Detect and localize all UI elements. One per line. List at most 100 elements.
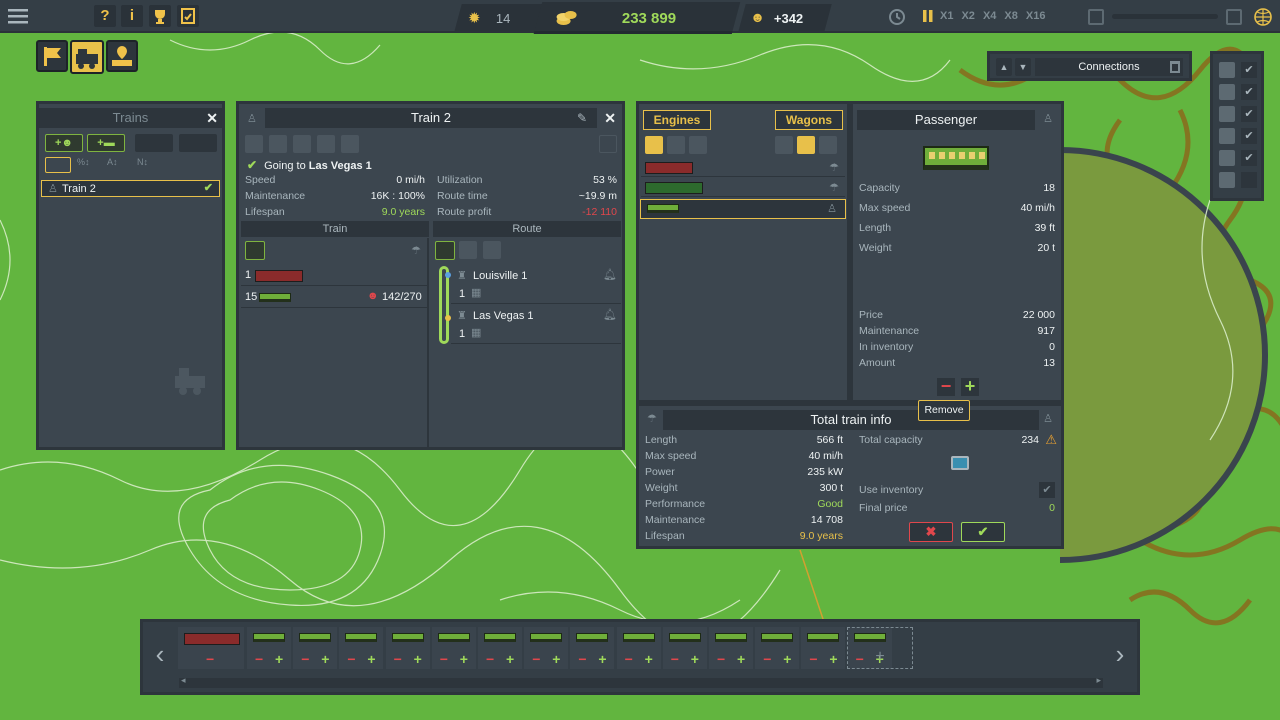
remove-icon[interactable]: − bbox=[671, 651, 679, 667]
chevron-up-icon[interactable]: ▲ bbox=[996, 58, 1012, 76]
consist-slot-wagon[interactable]: − + bbox=[570, 627, 615, 669]
search-map-icon[interactable] bbox=[1088, 9, 1104, 25]
use-inventory-checkbox[interactable]: ✔ bbox=[1039, 482, 1055, 498]
settings-icon[interactable] bbox=[341, 135, 359, 153]
speed-option[interactable]: X4 bbox=[983, 10, 996, 22]
remove-icon[interactable]: − bbox=[440, 651, 448, 667]
depot-icon[interactable] bbox=[317, 135, 335, 153]
people-filter-icon[interactable] bbox=[1219, 128, 1235, 144]
delete-train-icon[interactable] bbox=[599, 135, 617, 153]
sort-utilization-button[interactable]: %↕ bbox=[77, 157, 103, 173]
sort-status-button[interactable] bbox=[45, 157, 71, 173]
shop-filter-landscape[interactable] bbox=[775, 136, 793, 154]
close-icon[interactable]: ✕ bbox=[604, 110, 616, 127]
remove-icon[interactable]: − bbox=[809, 651, 817, 667]
remove-icon[interactable]: − bbox=[625, 651, 633, 667]
tasks-icon[interactable] bbox=[177, 5, 199, 27]
zoom-slider[interactable] bbox=[1112, 14, 1218, 19]
consist-slot-wagon[interactable]: − + bbox=[524, 627, 569, 669]
filter-checkbox[interactable]: ✔ bbox=[1241, 62, 1257, 78]
add-icon[interactable]: + bbox=[414, 651, 422, 667]
scroll-right-arrow[interactable]: › bbox=[1109, 638, 1131, 670]
filter-passenger-icon[interactable] bbox=[135, 134, 173, 152]
add-icon[interactable]: + bbox=[691, 651, 699, 667]
train-list-item[interactable]: ♙ Train 2 ✔ bbox=[41, 180, 220, 197]
add-train-button[interactable]: +☻ bbox=[45, 134, 83, 152]
consist-slot-wagon[interactable]: − + bbox=[478, 627, 522, 669]
remove-icon[interactable]: − bbox=[394, 651, 402, 667]
edit-consist-button[interactable] bbox=[245, 241, 265, 260]
add-icon[interactable]: + bbox=[645, 651, 653, 667]
scroll-left-arrow[interactable]: ‹ bbox=[149, 638, 171, 670]
filter-checkbox[interactable]: ✔ bbox=[1241, 128, 1257, 144]
consist-slot-locomotive[interactable]: − bbox=[178, 627, 244, 669]
remove-wagon-button[interactable]: − bbox=[937, 377, 955, 396]
location-filter-icon[interactable] bbox=[1219, 172, 1235, 188]
edit-icon[interactable]: ✎ bbox=[577, 111, 587, 125]
filter-checkbox[interactable]: ✔ bbox=[1241, 150, 1257, 166]
add-cargo-train-button[interactable]: +▬ bbox=[87, 134, 125, 152]
trash-icon[interactable] bbox=[1170, 61, 1180, 73]
speed-option[interactable]: X2 bbox=[961, 10, 974, 22]
pause-button[interactable] bbox=[921, 9, 935, 23]
remove-icon[interactable]: − bbox=[486, 651, 494, 667]
train-tool-button[interactable] bbox=[70, 40, 104, 74]
flag-tool-button[interactable] bbox=[36, 40, 68, 72]
remove-icon[interactable]: − bbox=[206, 651, 214, 667]
shop-item[interactable]: ☂ bbox=[641, 159, 845, 177]
shop-item-selected[interactable]: ♙ bbox=[640, 199, 846, 219]
filter-checkbox[interactable]: ✔ bbox=[1241, 84, 1257, 100]
help-icon[interactable]: ? bbox=[94, 5, 116, 27]
happiness-counter[interactable]: ☻ +342 bbox=[738, 4, 832, 32]
bell-icon[interactable]: 🔔︎ bbox=[603, 308, 617, 321]
speed-option[interactable]: X16 bbox=[1026, 10, 1046, 22]
signal-icon[interactable] bbox=[293, 135, 311, 153]
remove-icon[interactable]: − bbox=[717, 651, 725, 667]
route-stop[interactable]: ♜ Louisville 1 🔔︎ 1 ▦ bbox=[451, 266, 621, 304]
consist-slot-wagon[interactable]: − + bbox=[431, 627, 476, 669]
locomotive-icon[interactable] bbox=[269, 135, 287, 153]
route-stop[interactable]: ♜ Las Vegas 1 🔔︎ 1 ▦ bbox=[451, 306, 621, 344]
consist-row[interactable]: 1 bbox=[241, 266, 429, 286]
consist-slot-wagon[interactable]: − + bbox=[616, 627, 661, 669]
schedule-icon[interactable] bbox=[245, 135, 263, 153]
consist-slot-wagon[interactable]: − + bbox=[709, 627, 753, 669]
consist-slot-wagon[interactable]: − + bbox=[247, 627, 291, 669]
remove-icon[interactable]: − bbox=[301, 651, 309, 667]
consist-slot-wagon[interactable]: − + bbox=[801, 627, 846, 669]
globe-icon[interactable] bbox=[1254, 8, 1272, 26]
consist-slot-wagon[interactable]: − + bbox=[385, 627, 430, 669]
screenshot-icon[interactable] bbox=[1226, 9, 1242, 25]
add-icon[interactable]: + bbox=[460, 651, 468, 667]
refresh-icon[interactable] bbox=[179, 134, 217, 152]
speed-option[interactable]: X8 bbox=[1004, 10, 1017, 22]
add-wagon-button[interactable]: + bbox=[961, 377, 979, 396]
connections-label[interactable]: Connections bbox=[1035, 58, 1183, 76]
confirm-button[interactable]: ✔ bbox=[961, 522, 1005, 542]
consist-scrollbar[interactable]: ◂ ▸ bbox=[179, 675, 1103, 688]
remove-icon[interactable]: − bbox=[578, 651, 586, 667]
shop-filter-cargo[interactable] bbox=[819, 136, 837, 154]
remove-icon[interactable]: − bbox=[763, 651, 771, 667]
play-icon[interactable] bbox=[459, 241, 477, 259]
shop-filter-electric[interactable] bbox=[689, 136, 707, 154]
tab-wagons[interactable]: Wagons bbox=[775, 110, 843, 130]
tab-engines[interactable]: Engines bbox=[643, 110, 711, 130]
consist-slot-wagon[interactable]: − + bbox=[339, 627, 384, 669]
station-tool-button[interactable] bbox=[106, 40, 138, 72]
consist-slot-wagon[interactable]: − + bbox=[293, 627, 338, 669]
filter-checkbox[interactable] bbox=[1241, 172, 1257, 188]
add-icon[interactable]: + bbox=[737, 651, 745, 667]
menu-icon[interactable] bbox=[6, 6, 30, 26]
filter-checkbox[interactable]: ✔ bbox=[1241, 106, 1257, 122]
add-icon[interactable]: + bbox=[552, 651, 560, 667]
add-icon[interactable]: + bbox=[829, 651, 837, 667]
consist-slot-wagon[interactable]: − + bbox=[662, 627, 707, 669]
add-wagon-slot[interactable]: + bbox=[847, 627, 913, 669]
edit-route-button[interactable] bbox=[435, 241, 455, 260]
add-icon[interactable]: + bbox=[783, 651, 791, 667]
research-counter[interactable]: ✹ 14 bbox=[454, 4, 544, 32]
remove-icon[interactable]: − bbox=[347, 651, 355, 667]
cargo-filter-icon[interactable] bbox=[1219, 150, 1235, 166]
add-icon[interactable]: + bbox=[367, 651, 375, 667]
